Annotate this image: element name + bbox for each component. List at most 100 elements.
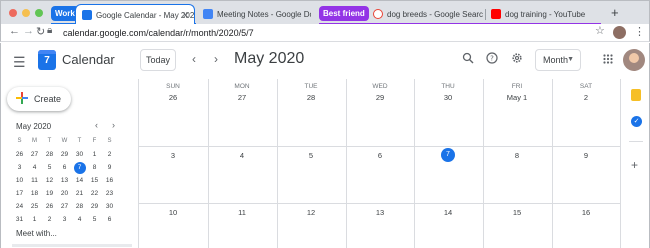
- add-icon[interactable]: +: [631, 158, 638, 172]
- help-icon[interactable]: ?: [486, 52, 498, 67]
- mini-day[interactable]: 31: [12, 213, 27, 226]
- day-cell-number[interactable]: 26: [139, 93, 207, 102]
- mini-day[interactable]: 1: [87, 148, 102, 161]
- day-cell-number[interactable]: 28: [277, 93, 345, 102]
- mini-day[interactable]: 4: [72, 213, 87, 226]
- hamburger-menu-icon[interactable]: ☰: [13, 54, 26, 71]
- address-bar[interactable]: calendar.google.com/calendar/r/month/202…: [63, 25, 254, 41]
- mini-day-number: 7: [77, 164, 82, 171]
- day-cell-number[interactable]: 9: [552, 151, 620, 160]
- keep-icon[interactable]: [631, 89, 641, 101]
- day-cell-number[interactable]: 15: [483, 208, 551, 217]
- chevron-right-icon[interactable]: ›: [214, 52, 218, 66]
- day-cell-number[interactable]: 8: [483, 151, 551, 160]
- mini-day[interactable]: 1: [27, 213, 42, 226]
- mini-day[interactable]: 9: [102, 161, 117, 174]
- mini-day[interactable]: 14: [72, 174, 87, 187]
- day-cell-number[interactable]: 30: [414, 93, 482, 102]
- lock-icon[interactable]: 🔒︎: [47, 25, 52, 36]
- day-cell-number[interactable]: 16: [552, 208, 620, 217]
- mini-day[interactable]: 5: [42, 161, 57, 174]
- mini-day[interactable]: 18: [27, 187, 42, 200]
- day-cell-number[interactable]: 6: [346, 151, 414, 160]
- mini-day[interactable]: 28: [42, 148, 57, 161]
- mini-day[interactable]: 19: [42, 187, 57, 200]
- mini-day[interactable]: 29: [57, 148, 72, 161]
- new-tab-button[interactable]: +: [611, 5, 619, 20]
- tab-google-calendar[interactable]: Google Calendar - May 2020 ✕: [75, 4, 195, 25]
- mini-day[interactable]: 15: [87, 174, 102, 187]
- maximize-window-icon[interactable]: [35, 9, 43, 17]
- mini-next-icon[interactable]: ›: [112, 120, 115, 130]
- day-cell-number[interactable]: 10: [139, 208, 207, 217]
- mini-day[interactable]: 10: [12, 174, 27, 187]
- mini-day[interactable]: 8: [87, 161, 102, 174]
- mini-day[interactable]: 5: [87, 213, 102, 226]
- mini-day[interactable]: 24: [12, 200, 27, 213]
- mini-day[interactable]: 23: [102, 187, 117, 200]
- tab-group-best-friend[interactable]: Best friend: [319, 6, 369, 21]
- tab-dog-training[interactable]: dog training - YouTube: [485, 4, 601, 25]
- mini-day[interactable]: 17: [12, 187, 27, 200]
- mini-day[interactable]: 25: [27, 200, 42, 213]
- mini-day[interactable]: 22: [87, 187, 102, 200]
- chevron-left-icon[interactable]: ‹: [192, 52, 196, 66]
- day-cell-number[interactable]: 4: [208, 151, 276, 160]
- apps-grid-icon[interactable]: [603, 53, 613, 67]
- close-tab-icon[interactable]: ✕: [182, 5, 189, 25]
- forward-icon[interactable]: →: [23, 25, 34, 37]
- browser-menu-icon[interactable]: ⋮: [634, 25, 645, 38]
- today-button[interactable]: Today: [140, 49, 176, 71]
- gear-icon[interactable]: [511, 52, 523, 67]
- mini-day[interactable]: 3: [57, 213, 72, 226]
- day-cell-number[interactable]: 3: [139, 151, 207, 160]
- day-cell-today[interactable]: 7: [414, 148, 482, 162]
- meet-search-field[interactable]: [12, 244, 132, 247]
- mini-day[interactable]: 26: [42, 200, 57, 213]
- tab-dog-breeds[interactable]: dog breeds - Google Searc: [367, 4, 484, 25]
- profile-avatar[interactable]: [613, 26, 626, 39]
- create-button[interactable]: Create: [7, 87, 71, 111]
- mini-day[interactable]: 3: [12, 161, 27, 174]
- day-cell-number[interactable]: May 1: [483, 93, 551, 102]
- mini-day[interactable]: 13: [57, 174, 72, 187]
- mini-day[interactable]: 30: [72, 148, 87, 161]
- search-icon[interactable]: [462, 52, 474, 67]
- minimize-window-icon[interactable]: [22, 9, 30, 17]
- mini-day[interactable]: 16: [102, 174, 117, 187]
- mini-day[interactable]: 27: [57, 200, 72, 213]
- account-avatar[interactable]: [623, 49, 645, 71]
- mini-day[interactable]: 26: [12, 148, 27, 161]
- mini-day[interactable]: 12: [42, 174, 57, 187]
- close-window-icon[interactable]: [9, 9, 17, 17]
- day-cell-number[interactable]: 2: [552, 93, 620, 102]
- mini-prev-icon[interactable]: ‹: [95, 120, 98, 130]
- tasks-icon[interactable]: ✓: [631, 116, 642, 127]
- day-cell-number[interactable]: 29: [346, 93, 414, 102]
- view-selector[interactable]: Month ▼: [535, 49, 581, 71]
- day-cell-number[interactable]: 5: [277, 151, 345, 160]
- bookmark-star-icon[interactable]: ☆: [595, 24, 605, 37]
- day-cell-number[interactable]: 13: [346, 208, 414, 217]
- mini-day[interactable]: 2: [102, 148, 117, 161]
- mini-day[interactable]: 20: [57, 187, 72, 200]
- mini-day[interactable]: 30: [102, 200, 117, 213]
- back-icon[interactable]: ←: [9, 25, 20, 37]
- calendar-logo-icon[interactable]: 7: [38, 50, 56, 70]
- day-cell-number[interactable]: 14: [414, 208, 482, 217]
- mini-day[interactable]: 6: [57, 161, 72, 174]
- day-cell-number[interactable]: 11: [208, 208, 276, 217]
- mini-day[interactable]: 29: [87, 200, 102, 213]
- day-cell-number[interactable]: 12: [277, 208, 345, 217]
- mini-day[interactable]: 2: [42, 213, 57, 226]
- mini-day[interactable]: 11: [27, 174, 42, 187]
- mini-day[interactable]: 4: [27, 161, 42, 174]
- mini-day[interactable]: 28: [72, 200, 87, 213]
- mini-day[interactable]: 21: [72, 187, 87, 200]
- tab-meeting-notes[interactable]: Meeting Notes - Google Do: [197, 4, 311, 25]
- mini-day-today[interactable]: 7: [72, 161, 87, 174]
- day-cell-number[interactable]: 27: [208, 93, 276, 102]
- reload-icon[interactable]: ↻: [36, 25, 45, 38]
- mini-day[interactable]: 27: [27, 148, 42, 161]
- mini-day[interactable]: 6: [102, 213, 117, 226]
